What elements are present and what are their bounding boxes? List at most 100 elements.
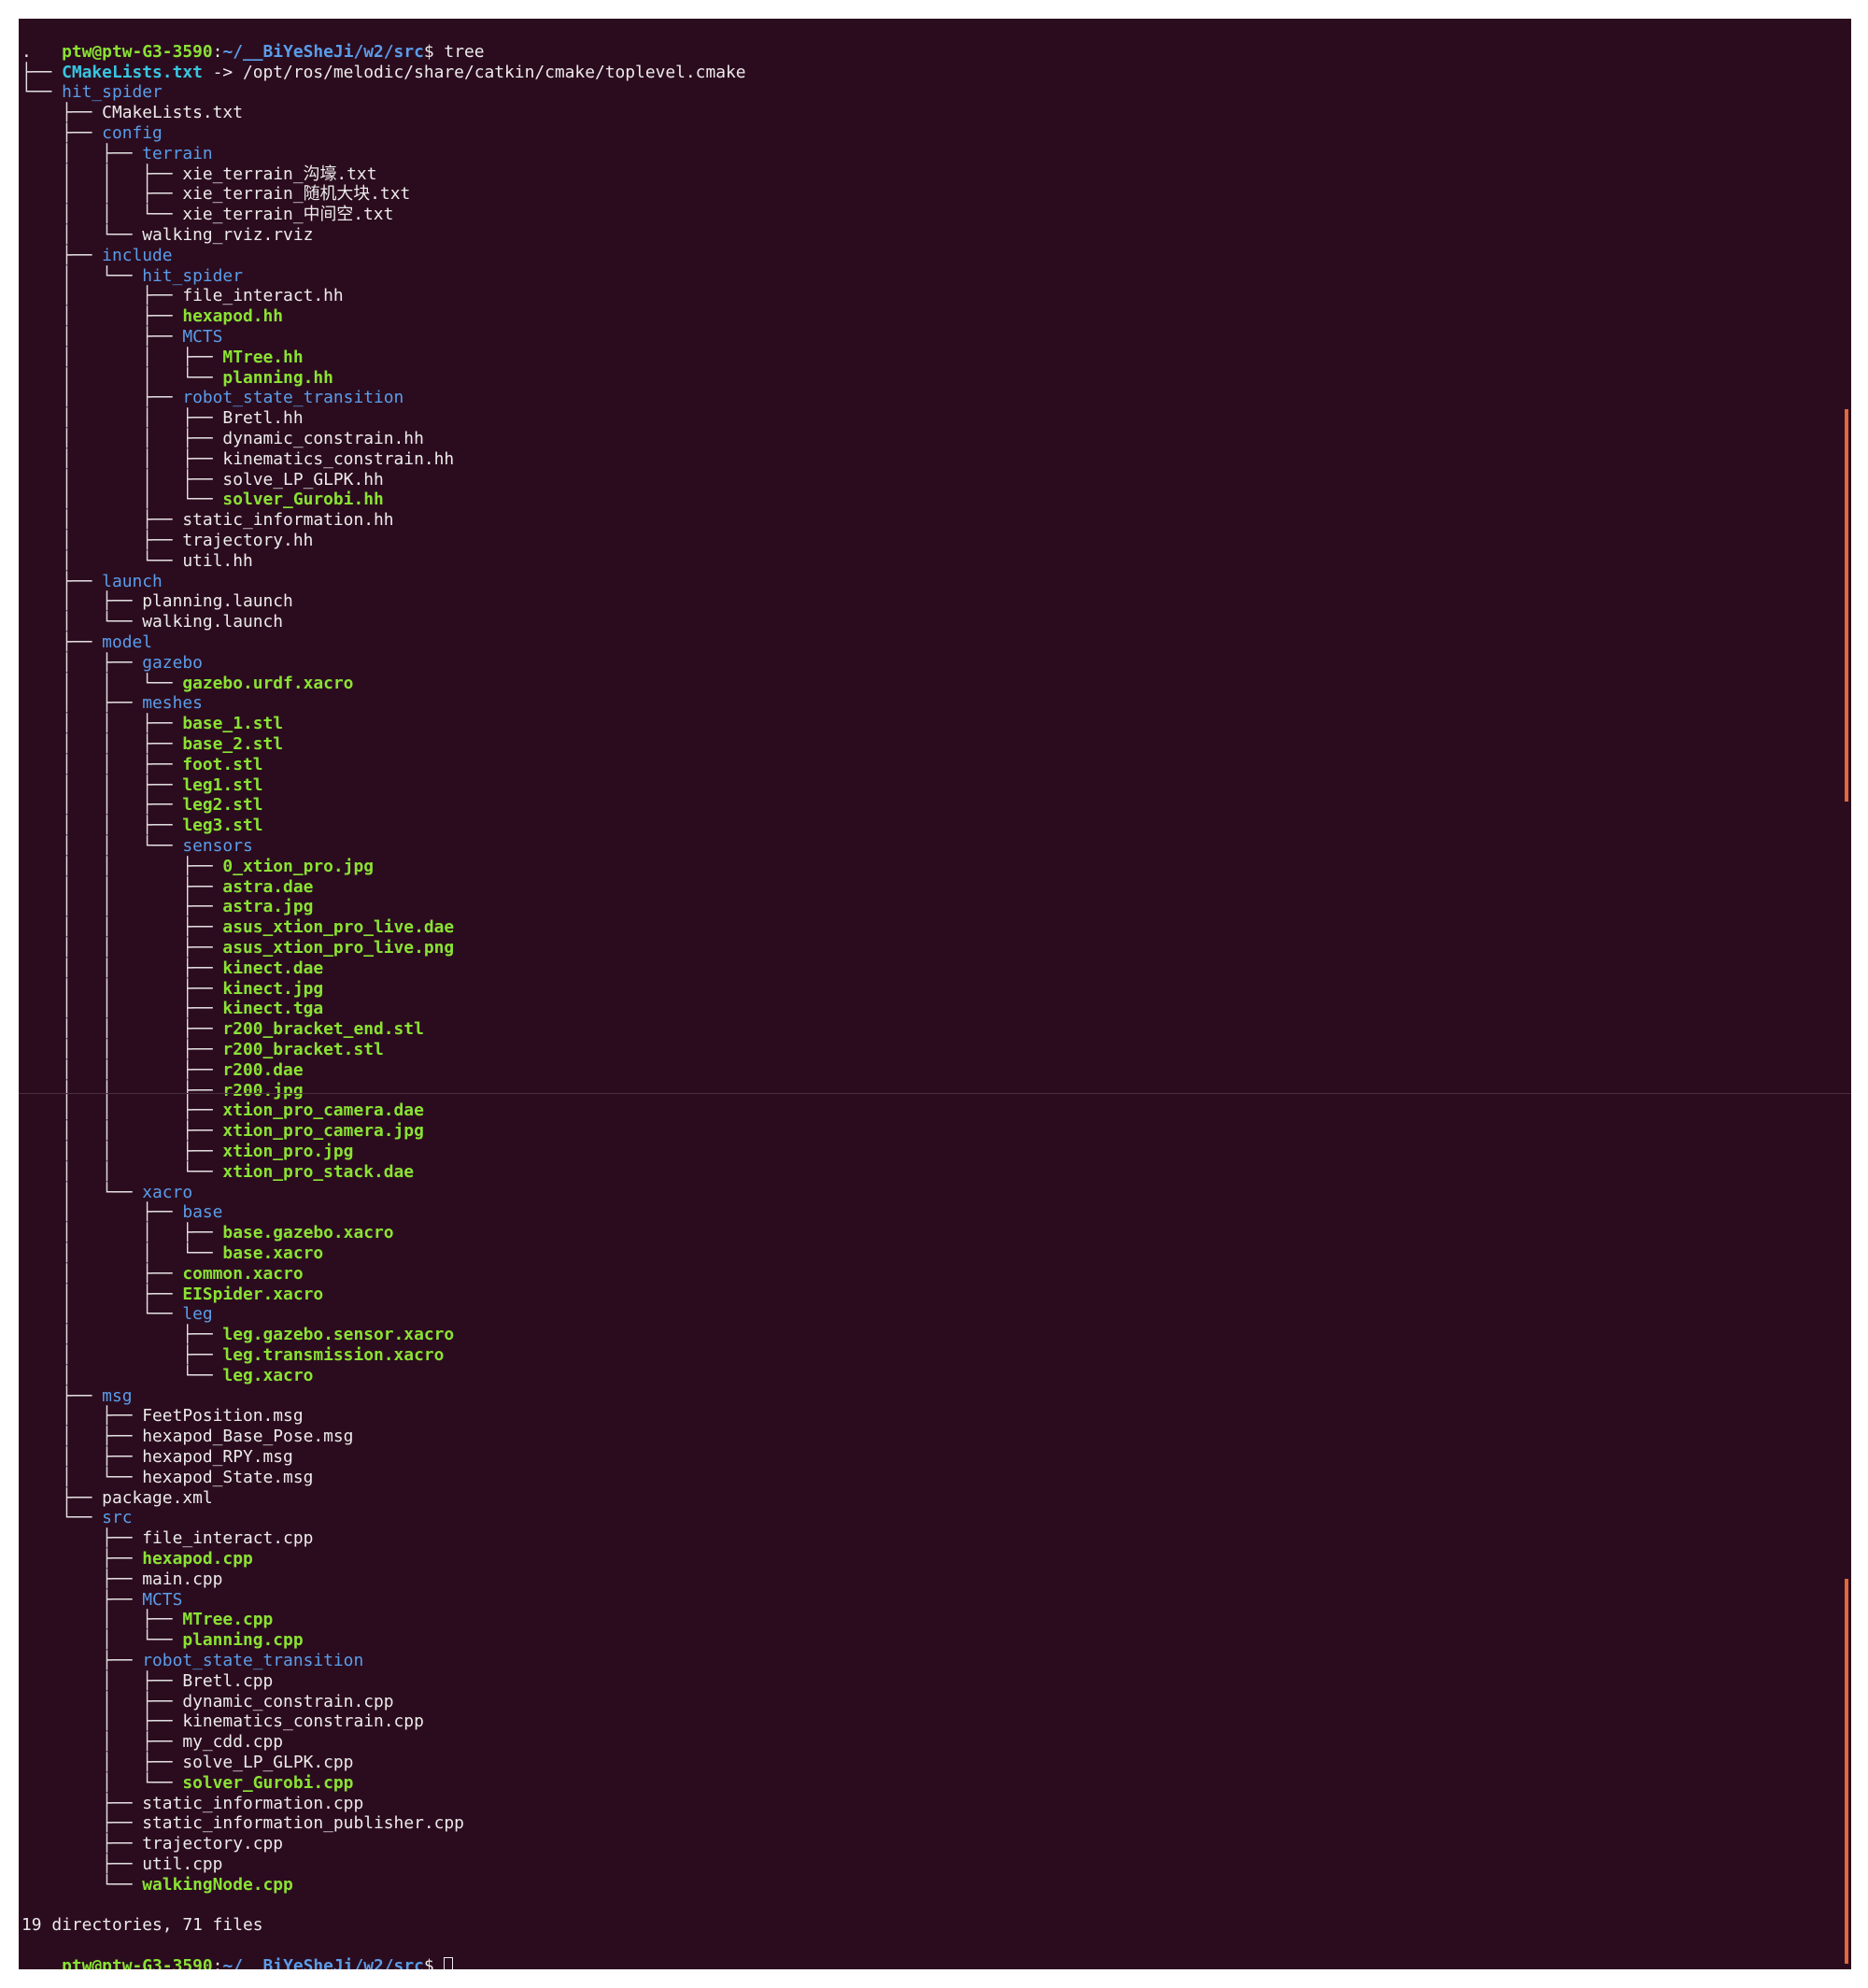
tree-line: │ │ ├── Bretl.hh bbox=[21, 408, 304, 429]
tree-branch-prefix: │ └── bbox=[21, 550, 183, 571]
prompt-path: ~/__BiYeSheJi/w2/src bbox=[222, 41, 424, 62]
tree-line: ├── msg bbox=[21, 1385, 132, 1407]
tree-branch-prefix: │ │ ├── bbox=[21, 999, 223, 1019]
tree-file-name: file_interact.hh bbox=[182, 286, 344, 306]
prompt-command: tree bbox=[444, 41, 485, 62]
current-prompt-line[interactable]: ptw@ptw-G3-3590:~/__BiYeSheJi/w2/src$ bbox=[21, 1936, 454, 1969]
tree-branch-prefix: ├── bbox=[21, 62, 63, 82]
tree-branch-prefix: │ └── bbox=[21, 265, 143, 286]
tree-directory-name: leg bbox=[182, 1304, 213, 1325]
tree-branch-prefix: ├── bbox=[21, 1589, 143, 1610]
tree-branch-prefix: │ ├── bbox=[21, 1427, 143, 1447]
tree-file-name: walkingNode.cpp bbox=[142, 1874, 293, 1895]
tree-file-name: file_interact.cpp bbox=[142, 1528, 314, 1549]
tree-file-name: r200.jpg bbox=[222, 1080, 304, 1100]
tree-branch-prefix: ├── bbox=[21, 1834, 143, 1854]
tree-line: │ │ ├── xie_terrain_随机大块.txt bbox=[21, 184, 410, 205]
tree-line: │ │ ├── asus_xtion_pro_live.dae bbox=[21, 917, 454, 938]
tree-branch-prefix: │ └── bbox=[21, 1630, 183, 1651]
divider-line bbox=[19, 1093, 1851, 1094]
tree-file-name: leg1.stl bbox=[182, 774, 263, 795]
tree-file-name: base.xacro bbox=[222, 1243, 324, 1263]
tree-line: │ │ └── sensors bbox=[21, 836, 253, 857]
tree-line: │ └── planning.cpp bbox=[21, 1630, 303, 1651]
tree-file-name: xie_terrain_随机大块.txt bbox=[182, 184, 411, 205]
tree-branch-prefix: │ └── bbox=[21, 1365, 223, 1385]
tree-line: │ └── hit_spider bbox=[21, 266, 243, 287]
tree-branch-prefix: │ └── bbox=[21, 1182, 143, 1202]
tree-file-name: hexapod.hh bbox=[182, 306, 284, 327]
tree-branch-prefix: │ ├── bbox=[21, 1670, 183, 1691]
tree-line: │ ├── gazebo bbox=[21, 653, 203, 674]
tree-line: ├── CMakeLists.txt bbox=[21, 103, 243, 123]
tree-branch-prefix: │ └── bbox=[21, 1467, 143, 1487]
tree-branch-prefix: │ ├── bbox=[21, 1263, 183, 1284]
tree-line: │ │ ├── kinect.dae bbox=[21, 958, 323, 979]
tree-line: │ │ ├── leg3.stl bbox=[21, 816, 262, 836]
tree-branch-prefix: │ ├── bbox=[21, 1711, 183, 1732]
tree-branch-prefix: │ │ └── bbox=[21, 1161, 223, 1182]
tree-branch-prefix: │ │ ├── bbox=[21, 1040, 223, 1059]
tree-file-name: xtion_pro_camera.dae bbox=[222, 1100, 424, 1121]
scrollbar-indicator-top[interactable] bbox=[1845, 409, 1848, 802]
tree-line: │ │ ├── kinematics_constrain.hh bbox=[21, 449, 454, 470]
tree-file-name: CMakeLists.txt bbox=[102, 103, 243, 123]
tree-branch-prefix: │ └── bbox=[21, 225, 143, 245]
tree-file-name: base_2.stl bbox=[182, 734, 284, 754]
tree-branch-prefix: │ │ └── bbox=[21, 673, 183, 693]
tree-file-name: astra.dae bbox=[222, 876, 314, 897]
tree-line: │ └── hexapod_State.msg bbox=[21, 1468, 313, 1488]
scrollbar-indicator-bottom[interactable] bbox=[1845, 1579, 1848, 1964]
tree-line: ├── MCTS bbox=[21, 1590, 182, 1611]
tree-line: ├── include bbox=[21, 246, 173, 266]
tree-line: │ └── xacro bbox=[21, 1183, 192, 1203]
tree-branch-prefix: │ │ ├── bbox=[21, 876, 223, 897]
tree-line: │ │ ├── base_2.stl bbox=[21, 734, 283, 755]
tree-file-name: asus_xtion_pro_live.dae bbox=[222, 917, 455, 938]
tree-line: │ └── leg.xacro bbox=[21, 1366, 313, 1386]
tree-file-name: walking_rviz.rviz bbox=[142, 225, 314, 245]
tree-line: │ └── walking_rviz.rviz bbox=[21, 225, 313, 246]
tree-line: │ ├── EISpider.xacro bbox=[21, 1285, 323, 1305]
tree-file-name: static_information.hh bbox=[182, 510, 394, 531]
tree-file-name: leg.gazebo.sensor.xacro bbox=[222, 1325, 455, 1345]
tree-branch-prefix: │ │ ├── bbox=[21, 163, 183, 184]
tree-line: │ │ ├── MTree.hh bbox=[21, 348, 304, 368]
tree-file-name: solve_LP_GLPK.cpp bbox=[182, 1753, 354, 1772]
tree-file-name: walking.launch bbox=[142, 612, 284, 632]
tree-file-name: EISpider.xacro bbox=[182, 1284, 324, 1304]
prompt-symbol: $ bbox=[423, 41, 445, 62]
tree-branch-prefix: │ └── bbox=[21, 612, 143, 632]
tree-branch-prefix: │ │ ├── bbox=[21, 429, 223, 448]
tree-branch-prefix: ├── bbox=[21, 1549, 143, 1569]
tree-file-name: dynamic_constrain.hh bbox=[222, 429, 424, 448]
tree-directory-name: sensors bbox=[182, 836, 253, 856]
tree-line: │ │ └── xtion_pro_stack.dae bbox=[21, 1162, 414, 1183]
tree-file-name: gazebo.urdf.xacro bbox=[182, 673, 354, 693]
tree-branch-prefix: │ ├── bbox=[21, 652, 143, 673]
tree-branch-prefix: │ │ ├── bbox=[21, 448, 223, 469]
tree-file-name: xtion_pro_stack.dae bbox=[222, 1161, 415, 1182]
tree-branch-prefix: │ ├── bbox=[21, 693, 143, 714]
tree-branch-prefix: ├── bbox=[21, 632, 103, 652]
tree-file-name: package.xml bbox=[102, 1487, 213, 1508]
tree-branch-prefix: │ │ ├── bbox=[21, 1019, 223, 1040]
tree-branch-prefix: │ │ ├── bbox=[21, 714, 183, 734]
terminal-window[interactable]: ptw@ptw-G3-3590:~/__BiYeSheJi/w2/src$ tr… bbox=[19, 19, 1851, 1969]
tree-file-name: static_information.cpp bbox=[142, 1793, 364, 1813]
tree-file-name: planning.hh bbox=[222, 367, 333, 388]
symlink-target: -> /opt/ros/melodic/share/catkin/cmake/t… bbox=[202, 62, 746, 82]
tree-file-name: astra.jpg bbox=[222, 897, 314, 917]
tree-branch-prefix: ├── bbox=[21, 103, 103, 123]
prompt-path: ~/__BiYeSheJi/w2/src bbox=[222, 1955, 424, 1969]
tree-line: │ ├── file_interact.hh bbox=[21, 286, 344, 306]
tree-branch-prefix: │ ├── bbox=[21, 1753, 183, 1772]
tree-line: │ ├── robot_state_transition bbox=[21, 388, 403, 408]
tree-branch-prefix: │ ├── bbox=[21, 1447, 143, 1467]
tree-branch-prefix: │ ├── bbox=[21, 327, 183, 347]
tree-branch-prefix: │ ├── bbox=[21, 591, 143, 612]
tree-branch-prefix: │ ├── bbox=[21, 1406, 143, 1427]
tree-branch-prefix: └── bbox=[21, 1508, 103, 1528]
tree-branch-prefix: ├── bbox=[21, 1385, 103, 1406]
tree-line: ├── config bbox=[21, 123, 163, 144]
